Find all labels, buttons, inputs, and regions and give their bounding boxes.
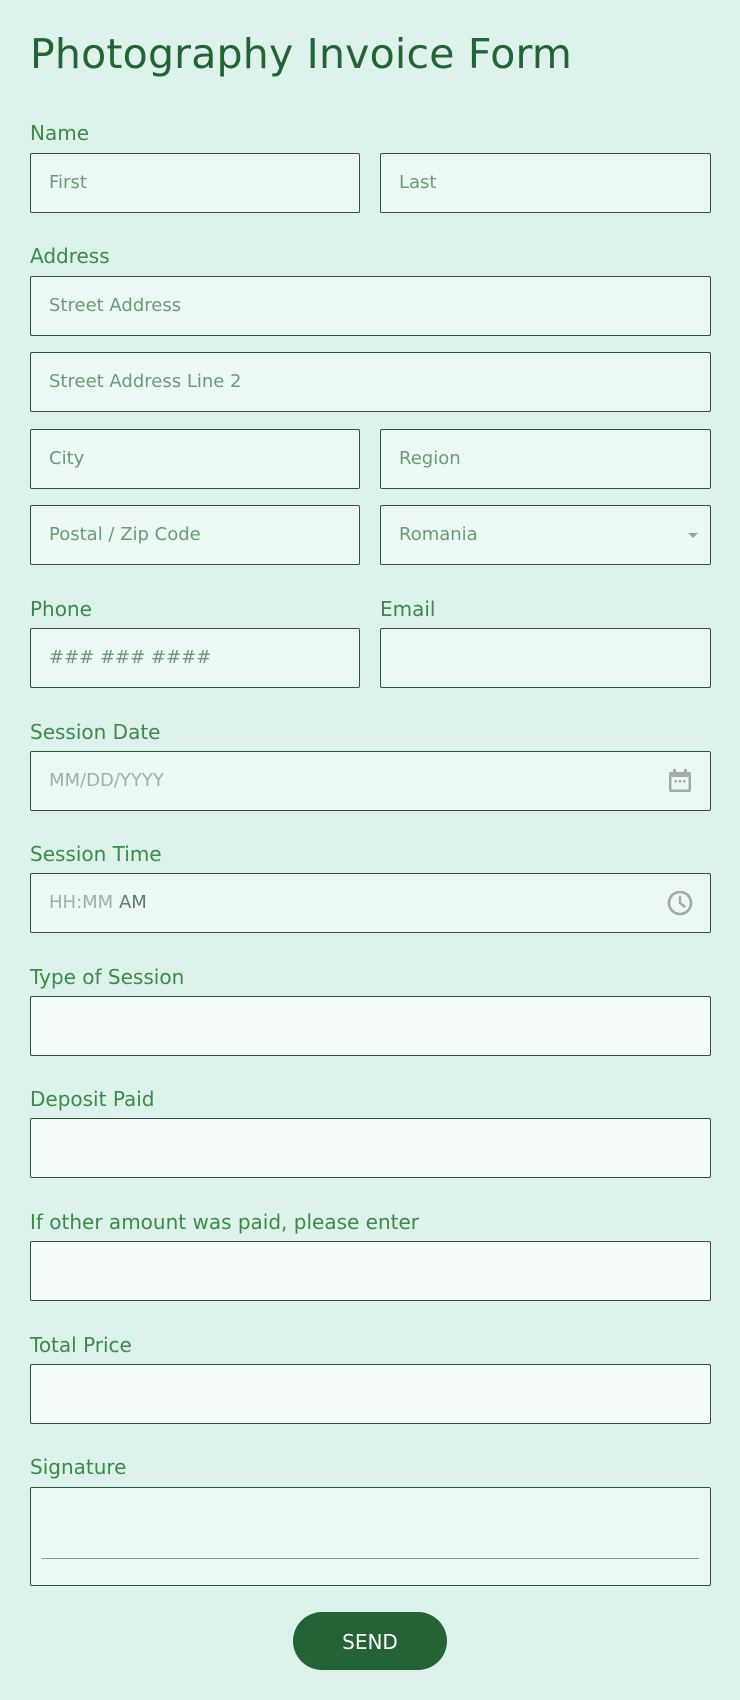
session-date-input[interactable]: MM/DD/YYYY [30, 751, 711, 811]
address-label: Address [30, 244, 110, 268]
phone-placeholder: ### ### #### [49, 647, 212, 668]
region-input[interactable]: Region [380, 429, 711, 489]
session-time-label: Session Time [30, 842, 162, 866]
email-label: Email [380, 597, 436, 621]
street-address-input[interactable]: Street Address [30, 276, 711, 336]
time-placeholder: HH:MM [49, 892, 114, 913]
email-input[interactable] [380, 628, 711, 688]
signature-baseline [42, 1558, 699, 1559]
first-name-placeholder: First [49, 172, 87, 193]
postal-code-input[interactable]: Postal / Zip Code [30, 505, 360, 565]
last-name-placeholder: Last [399, 172, 437, 193]
chevron-down-icon [688, 533, 698, 538]
country-select[interactable]: Romania [380, 505, 711, 565]
total-price-input[interactable] [30, 1364, 711, 1424]
session-time-placeholder: HH:MM AM [49, 874, 147, 932]
country-value: Romania [399, 524, 478, 545]
city-input[interactable]: City [30, 429, 360, 489]
last-name-input[interactable]: Last [380, 153, 711, 213]
deposit-paid-input[interactable] [30, 1118, 711, 1178]
phone-input[interactable]: ### ### #### [30, 628, 360, 688]
first-name-input[interactable]: First [30, 153, 360, 213]
session-date-label: Session Date [30, 720, 161, 744]
calendar-icon[interactable] [667, 768, 693, 794]
signature-pad[interactable] [30, 1487, 711, 1586]
other-amount-label: If other amount was paid, please enter [30, 1210, 420, 1234]
city-placeholder: City [49, 448, 85, 469]
name-label: Name [30, 121, 90, 145]
phone-label: Phone [30, 597, 92, 621]
region-placeholder: Region [399, 448, 461, 469]
postal-code-placeholder: Postal / Zip Code [49, 524, 201, 545]
street-address-line2-placeholder: Street Address Line 2 [49, 371, 242, 392]
type-of-session-input[interactable] [30, 996, 711, 1056]
deposit-paid-label: Deposit Paid [30, 1087, 155, 1111]
ampm-value: AM [118, 892, 147, 913]
street-address-placeholder: Street Address [49, 295, 182, 316]
session-date-placeholder: MM/DD/YYYY [49, 770, 164, 791]
page-title: Photography Invoice Form [30, 30, 572, 78]
type-of-session-label: Type of Session [30, 965, 185, 989]
clock-icon[interactable] [667, 890, 693, 916]
send-button[interactable]: SEND [293, 1612, 447, 1670]
total-price-label: Total Price [30, 1333, 132, 1357]
other-amount-input[interactable] [30, 1241, 711, 1301]
signature-label: Signature [30, 1455, 127, 1479]
session-time-input[interactable]: HH:MM AM [30, 873, 711, 933]
street-address-line2-input[interactable]: Street Address Line 2 [30, 352, 711, 412]
invoice-form: Photography Invoice Form Name First Last… [0, 0, 740, 1700]
